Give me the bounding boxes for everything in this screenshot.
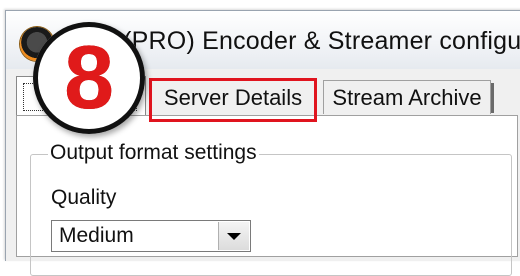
quality-selected-value: Medium [59, 224, 134, 247]
quality-dropdown[interactable]: Medium [51, 220, 251, 252]
chevron-down-icon [227, 233, 241, 240]
tab-edge [491, 83, 494, 113]
dropdown-button[interactable] [218, 222, 249, 250]
tab-stream-archive-label: Stream Archive [332, 85, 482, 110]
output-format-group-label: Output format settings [48, 141, 259, 165]
output-format-groupbox [30, 154, 512, 276]
tab-stream-archive[interactable]: Stream Archive [323, 80, 494, 114]
tab-server-details[interactable]: Server Details [150, 80, 316, 114]
step-badge: 8 [33, 22, 145, 134]
step-number: 8 [63, 28, 115, 128]
quality-label: Quality [51, 186, 117, 209]
